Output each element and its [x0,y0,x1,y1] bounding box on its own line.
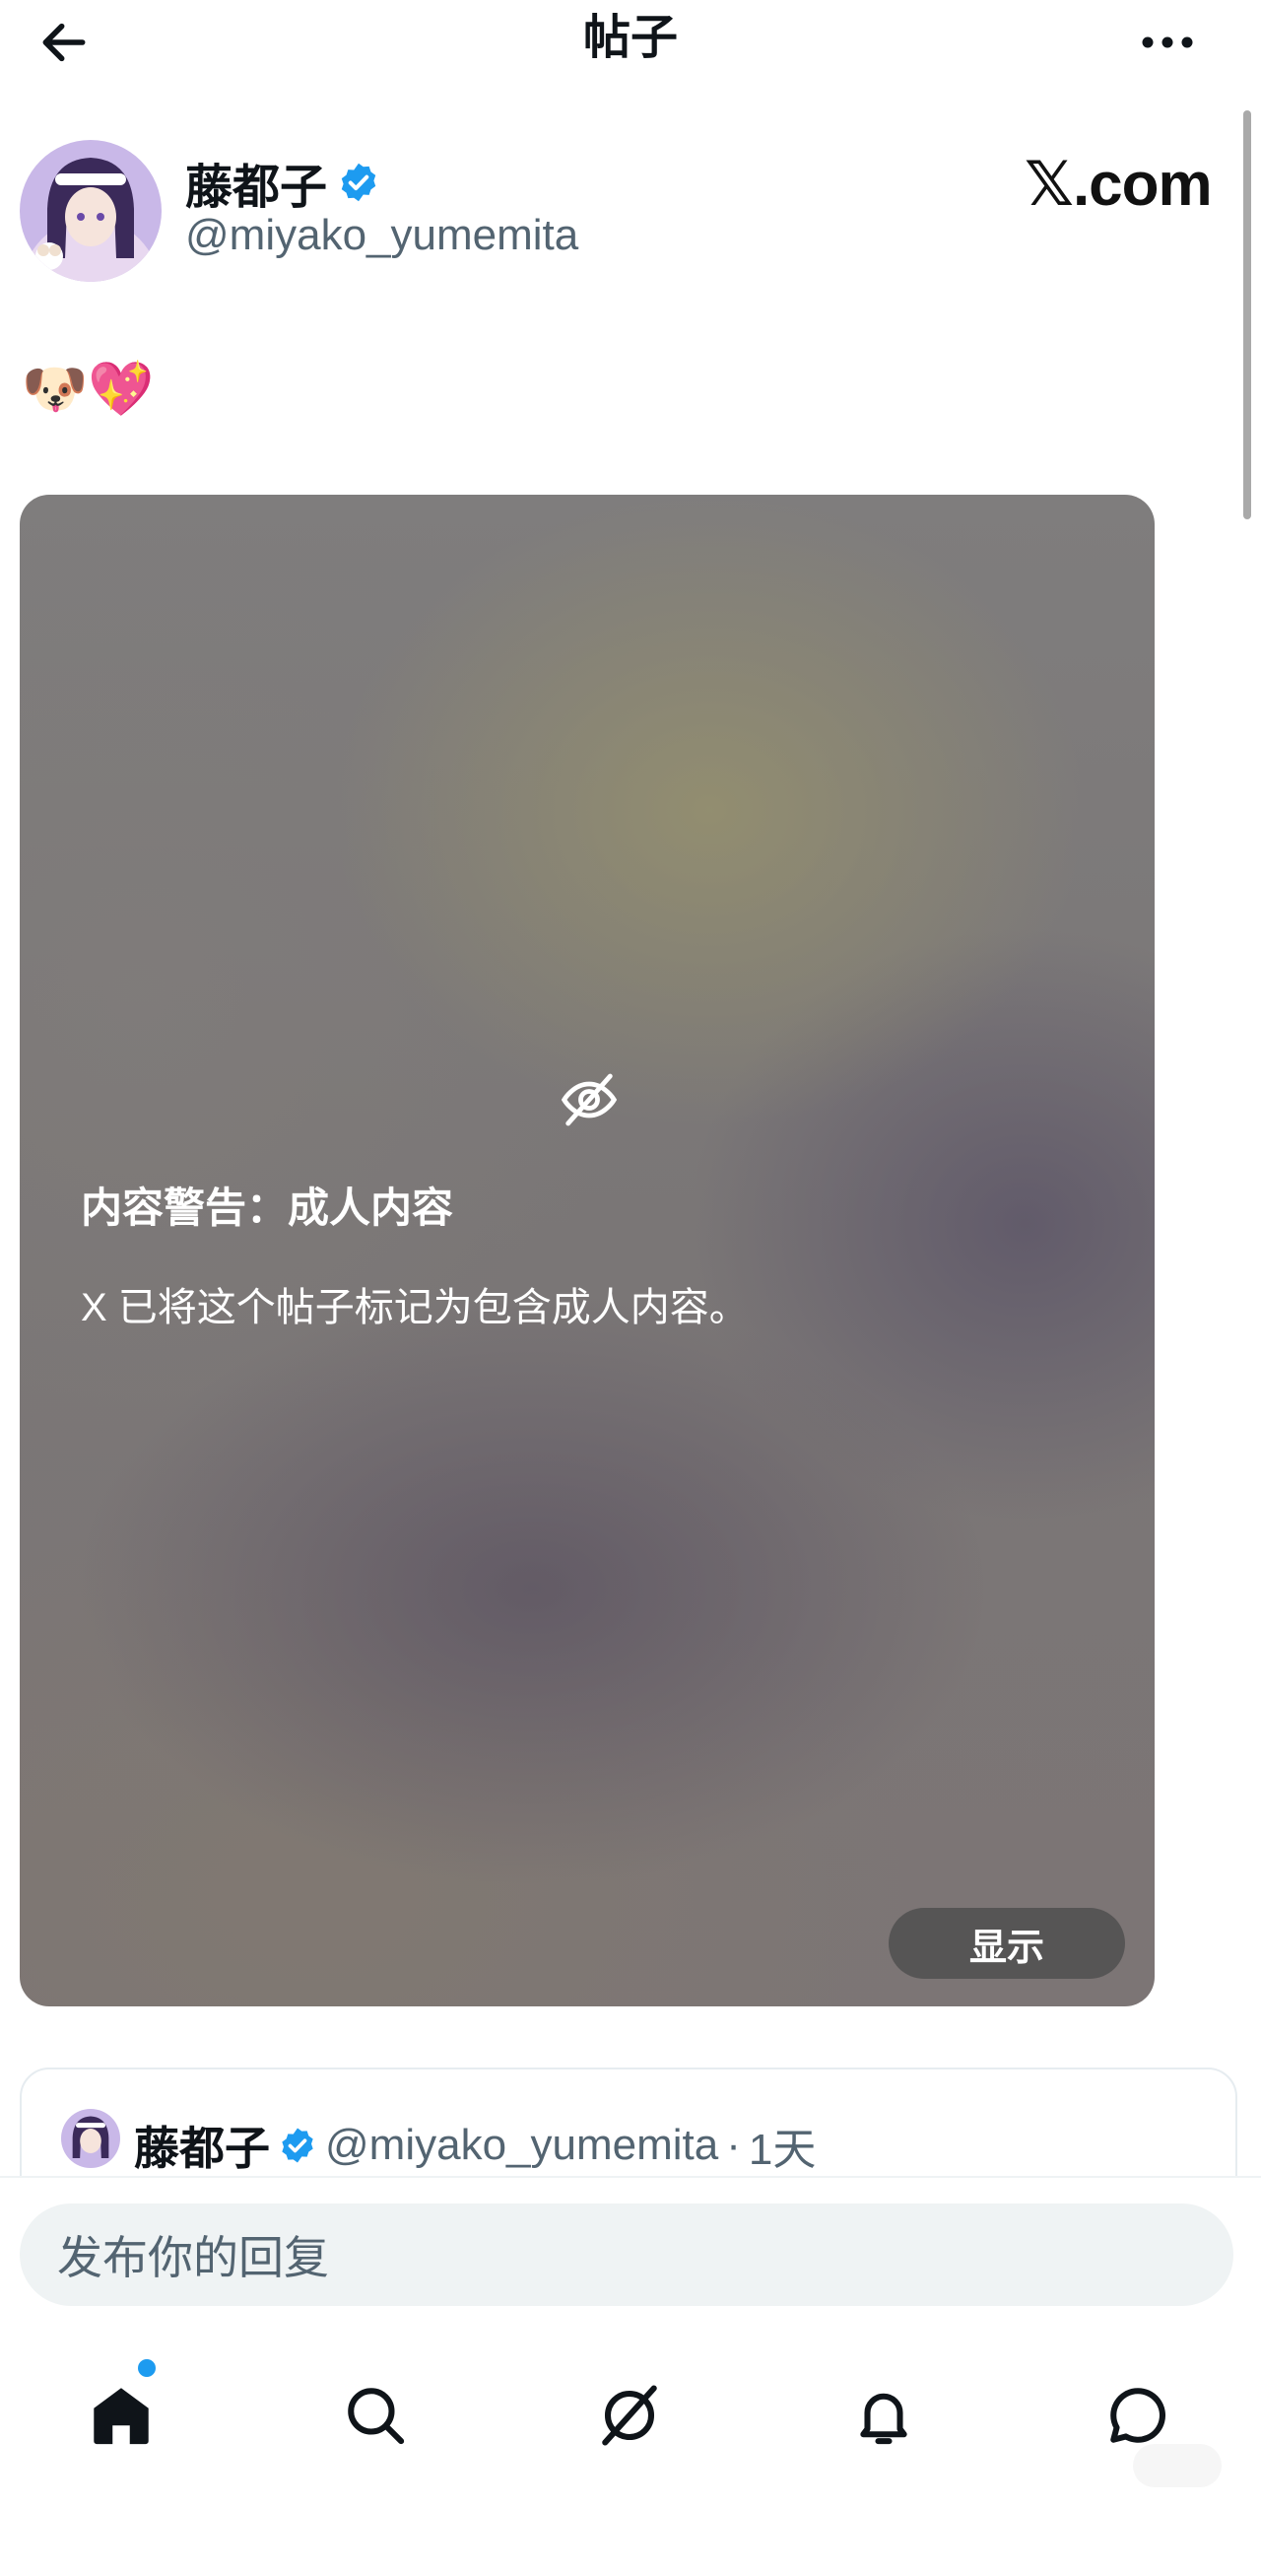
search-icon [348,2388,405,2445]
faint-overlay [1133,2444,1222,2487]
author-name[interactable]: 藤都子 [185,148,327,217]
quote-author-name[interactable]: 藤都子 [134,2113,270,2178]
notifications-bell-icon [860,2393,907,2445]
quote-avatar[interactable] [61,2109,120,2168]
quote-separator: · [726,2121,741,2169]
content-warning-text: X 已将这个帖子标记为包含成人内容。 [81,1286,749,1329]
avatar-image [20,140,162,282]
bottom-bar: 发布你的回复 [0,2176,1261,2576]
page-title: 帖子 [582,12,678,64]
eye-slash-icon [561,1073,618,1126]
nav-home[interactable] [67,2361,175,2470]
nav-notifications[interactable] [830,2361,938,2470]
quote-timestamp[interactable]: 1天 [749,2114,816,2177]
more-horizontal-icon [1142,36,1193,48]
post-text: 🐶💖 [22,360,155,419]
author-handle[interactable]: @miyako_yumemita [185,211,578,260]
home-icon [94,2388,149,2445]
quote-author-handle[interactable]: @miyako_yumemita [325,2121,718,2170]
nav-grok[interactable] [575,2361,684,2470]
sensitive-media[interactable]: 内容警告：成人内容 X 已将这个帖子标记为包含成人内容。 显示 [20,495,1155,2006]
scrollbar[interactable] [1243,110,1251,519]
author-avatar[interactable] [20,140,162,282]
show-media-button[interactable]: 显示 [889,1908,1125,1979]
grok-icon [602,2385,657,2446]
more-options-button[interactable] [1123,8,1212,77]
x-com-watermark: 𝕏.com [1025,151,1213,219]
author-name-row[interactable]: 藤都子 [185,148,380,217]
content-warning-title: 内容警告：成人内容 [81,1185,454,1231]
verified-badge-icon [341,163,376,202]
quote-header: 藤都子 @miyako_yumemita · 1天 [134,2113,816,2178]
avatar-image [61,2109,120,2168]
messages-icon [1110,2388,1165,2443]
nav-search[interactable] [321,2361,430,2470]
reply-input[interactable]: 发布你的回复 [20,2203,1233,2306]
verified-badge-icon [282,2128,313,2163]
notification-dot [138,2359,156,2377]
